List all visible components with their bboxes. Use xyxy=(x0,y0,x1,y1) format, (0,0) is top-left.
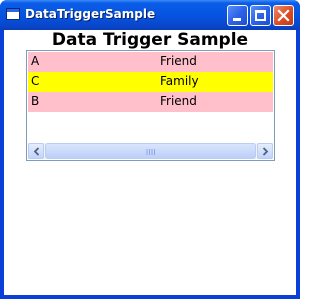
chevron-right-icon xyxy=(262,147,269,156)
list-item-name: A xyxy=(31,54,40,68)
maximize-icon xyxy=(255,10,266,21)
list-item-name: C xyxy=(31,74,40,88)
page-title: Data Trigger Sample xyxy=(51,30,249,50)
window-border xyxy=(0,295,300,299)
list-item[interactable]: B Friend xyxy=(28,92,273,112)
app-window: DataTriggerSample Data Trigger Sample A … xyxy=(0,0,300,299)
list-item-role: Family xyxy=(160,74,199,88)
list-item[interactable]: C Family xyxy=(28,72,273,92)
list-item-name: B xyxy=(31,94,40,108)
window-icon[interactable] xyxy=(6,8,20,20)
title-bar[interactable]: DataTriggerSample xyxy=(0,0,300,30)
list-item[interactable]: A Friend xyxy=(28,52,273,72)
minimize-button[interactable] xyxy=(227,5,248,26)
scrollbar-thumb[interactable] xyxy=(45,143,256,159)
scroll-right-button[interactable] xyxy=(257,143,273,159)
list-item-role: Friend xyxy=(160,54,197,68)
close-icon xyxy=(277,9,290,22)
list-view[interactable]: A Friend C Family B Friend xyxy=(26,50,275,161)
window-content: Data Trigger Sample A Friend C Family B … xyxy=(4,30,296,295)
maximize-button[interactable] xyxy=(250,5,271,26)
chevron-left-icon xyxy=(33,147,40,156)
grip-icon xyxy=(146,149,155,155)
horizontal-scrollbar[interactable] xyxy=(28,143,273,159)
scroll-left-button[interactable] xyxy=(28,143,44,159)
list-item-role: Friend xyxy=(160,94,197,108)
window-title: DataTriggerSample xyxy=(25,7,156,21)
minimize-icon xyxy=(233,18,241,21)
close-button[interactable] xyxy=(273,5,294,26)
